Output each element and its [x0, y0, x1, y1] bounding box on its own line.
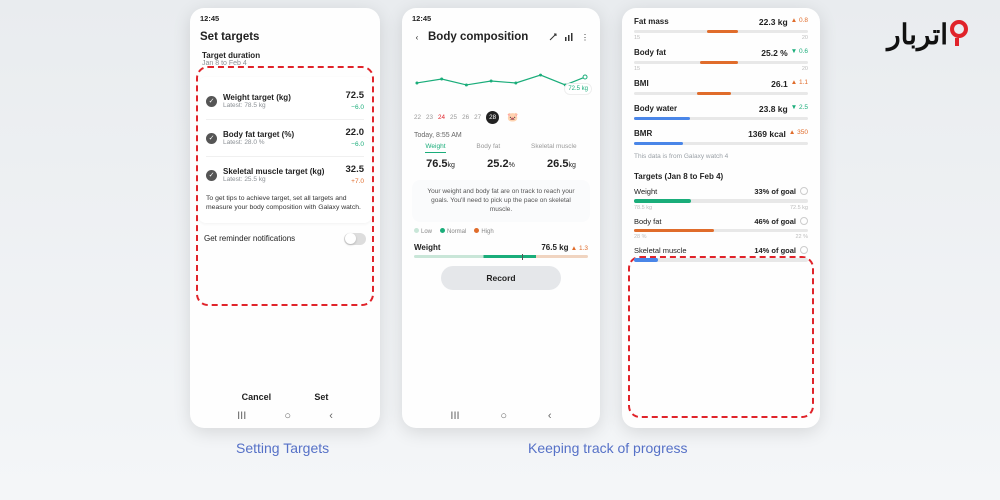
weight-range-bar	[414, 255, 588, 258]
metric-row: Body water23.8 kg▼ 2.5	[622, 99, 820, 124]
target-duration-value: Jan 8 to Feb 4	[202, 60, 368, 67]
phone-body-composition: 12:45 ‹ Body composition ⋮ 72.5 kg 22 23…	[402, 8, 600, 428]
goal-row: Weight33% of goal 78.5 kg72.5 kg	[622, 183, 820, 213]
logo-ring-icon	[950, 20, 968, 38]
metric-row: BMR1369 kcal▲ 350	[622, 124, 820, 149]
tip-text: To get tips to achieve target, set all t…	[206, 191, 364, 215]
check-icon	[206, 96, 217, 107]
target-row-bodyfat[interactable]: Body fat target (%)Latest: 28.0 % 22.0−6…	[206, 122, 364, 154]
logo-stem-icon	[955, 38, 959, 46]
cancel-button[interactable]: Cancel	[242, 392, 272, 402]
logo-text: اتربار	[887, 19, 948, 50]
weight-value: 76.5 kg ▲ 1.3	[541, 243, 588, 252]
data-source-note: This data is from Galaxy watch 4	[622, 149, 820, 166]
share-icon[interactable]	[548, 32, 558, 42]
nav-recents-icon[interactable]: III	[237, 410, 246, 422]
metric-row: Fat mass22.3 kg▲ 0.8 1520	[622, 12, 820, 43]
target-row-muscle[interactable]: Skeletal muscle target (kg)Latest: 25.5 …	[206, 159, 364, 191]
goal-info-icon[interactable]	[800, 187, 808, 195]
timestamp: Today, 8:55 AM	[402, 126, 600, 141]
more-icon[interactable]: ⋮	[580, 32, 590, 42]
metric-row: Body fat25.2 %▼ 0.6 1520	[622, 43, 820, 74]
page-title: Set targets	[200, 31, 370, 43]
status-bar: 12:45	[190, 8, 380, 25]
date-selector[interactable]: 22 23 24 25 26 27 28 🐷	[402, 109, 600, 126]
set-button[interactable]: Set	[314, 392, 328, 402]
caption-setting-targets: Setting Targets	[236, 440, 329, 456]
nav-recents-icon[interactable]: III	[450, 410, 459, 422]
highlight-box	[628, 256, 814, 418]
goal-info-icon[interactable]	[800, 217, 808, 225]
status-bar: 12:45	[402, 8, 600, 25]
metric-row: BMI26.1▲ 1.1	[622, 74, 820, 99]
metric-tabs[interactable]: Weight Body fat Skeletal muscle	[402, 141, 600, 155]
goal-info-icon[interactable]	[800, 246, 808, 254]
page-title: Body composition	[428, 31, 542, 43]
reminder-toggle-row[interactable]: Get reminder notifications	[190, 223, 380, 245]
targets-card: Weight target (kg)Latest: 78.5 kg 72.5−6…	[198, 77, 372, 223]
brand-logo: اتربار	[887, 18, 970, 51]
targets-header: Targets (Jan 8 to Feb 4)	[622, 166, 820, 183]
phone-set-targets: 12:45 Set targets Target duration Jan 8 …	[190, 8, 380, 428]
progress-message: Your weight and body fat are on track to…	[412, 180, 590, 222]
nav-home-icon[interactable]: ○	[500, 410, 507, 422]
nav-home-icon[interactable]: ○	[284, 410, 291, 422]
caption-keeping-track: Keeping track of progress	[528, 440, 688, 456]
chart-current-value: 72.5 kg	[564, 83, 592, 95]
toggle-switch[interactable]	[344, 233, 366, 245]
weight-trend-chart: 72.5 kg	[412, 51, 590, 109]
target-duration-label: Target duration	[202, 51, 368, 60]
back-icon[interactable]: ‹	[412, 32, 422, 42]
nav-back-icon[interactable]: ‹	[548, 410, 552, 422]
check-icon	[206, 170, 217, 181]
selected-date: 28	[486, 111, 499, 124]
weight-label: Weight	[414, 243, 541, 252]
main-values: 76.5kg 25.2% 26.5kg	[402, 155, 600, 176]
check-icon	[206, 133, 217, 144]
goal-row: Body fat46% of goal 28 %22 %	[622, 213, 820, 243]
range-legend: Low Normal High	[402, 226, 600, 237]
nav-back-icon[interactable]: ‹	[329, 410, 333, 422]
record-button[interactable]: Record	[441, 266, 561, 290]
target-row-weight[interactable]: Weight target (kg)Latest: 78.5 kg 72.5−6…	[206, 85, 364, 117]
pig-icon: 🐷	[507, 112, 518, 123]
phone-metrics-detail: Fat mass22.3 kg▲ 0.8 1520Body fat25.2 %▼…	[622, 8, 820, 428]
goal-row: Skeletal muscle14% of goal	[622, 242, 820, 266]
stats-icon[interactable]	[564, 32, 574, 42]
